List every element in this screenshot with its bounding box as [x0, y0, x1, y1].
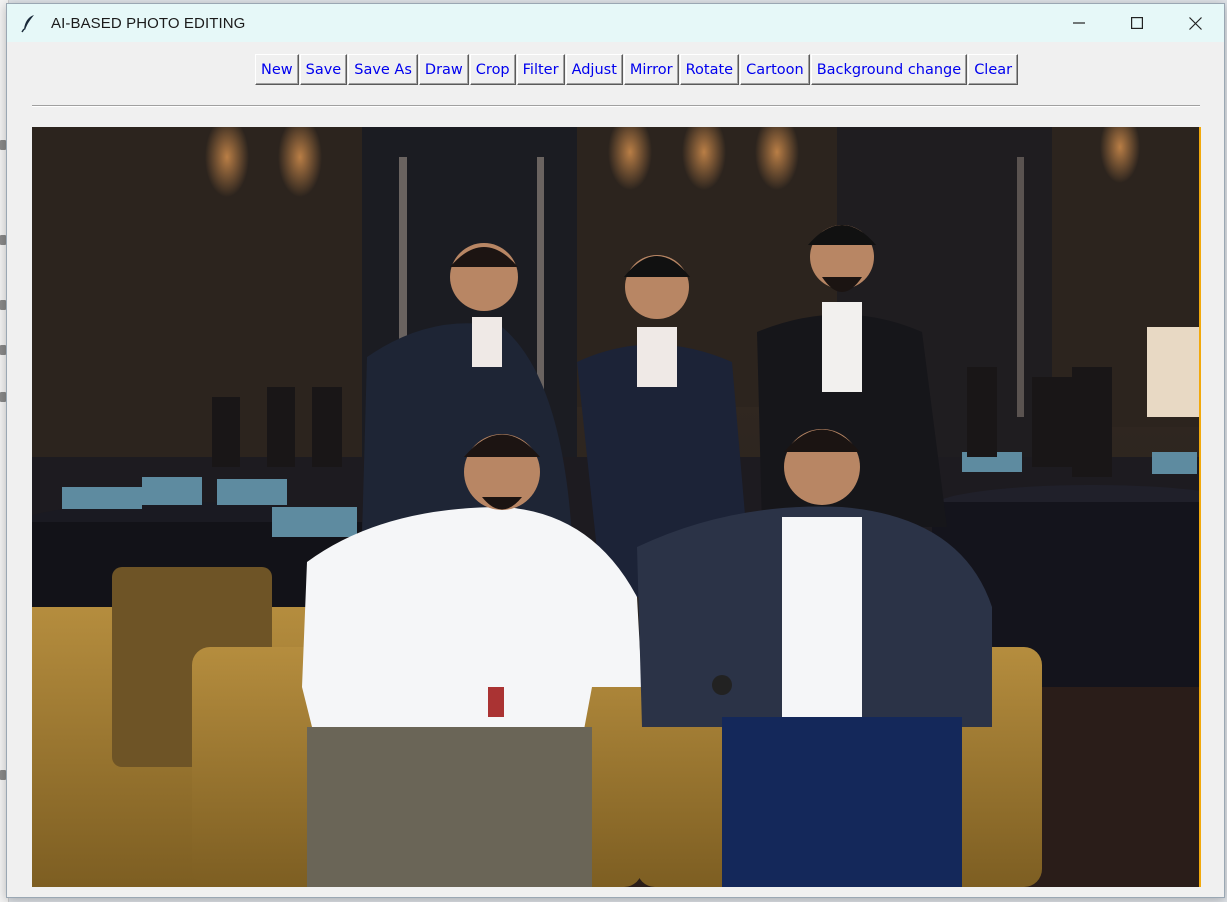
- maximize-icon: [1131, 17, 1143, 29]
- close-button[interactable]: [1166, 4, 1224, 42]
- save-as-button[interactable]: Save As: [348, 54, 418, 85]
- feather-icon: [21, 15, 34, 33]
- maximize-button[interactable]: [1108, 4, 1166, 42]
- clear-button[interactable]: Clear: [968, 54, 1019, 85]
- adjust-button[interactable]: Adjust: [565, 54, 623, 85]
- toolbar: New Save Save As Draw Crop Filter Adjust…: [255, 54, 1019, 87]
- new-button[interactable]: New: [255, 54, 299, 85]
- minimize-button[interactable]: [1050, 4, 1108, 42]
- cartoon-button[interactable]: Cartoon: [740, 54, 810, 85]
- background-change-button[interactable]: Background change: [810, 54, 968, 85]
- image-canvas[interactable]: [32, 127, 1201, 887]
- crop-button[interactable]: Crop: [469, 54, 516, 85]
- rotate-button[interactable]: Rotate: [679, 54, 740, 85]
- minimize-icon: [1073, 22, 1085, 24]
- filter-button[interactable]: Filter: [516, 54, 565, 85]
- group-photo-image: [32, 127, 1199, 887]
- main-window: AI-BASED PHOTO EDITING New Save Save As …: [6, 3, 1225, 898]
- draw-button[interactable]: Draw: [418, 54, 469, 85]
- close-icon: [1188, 16, 1202, 30]
- toolbar-separator: [32, 105, 1200, 107]
- window-title: AI-BASED PHOTO EDITING: [51, 14, 246, 32]
- mirror-button[interactable]: Mirror: [623, 54, 679, 85]
- save-button[interactable]: Save: [299, 54, 348, 85]
- title-bar[interactable]: AI-BASED PHOTO EDITING: [7, 4, 1224, 42]
